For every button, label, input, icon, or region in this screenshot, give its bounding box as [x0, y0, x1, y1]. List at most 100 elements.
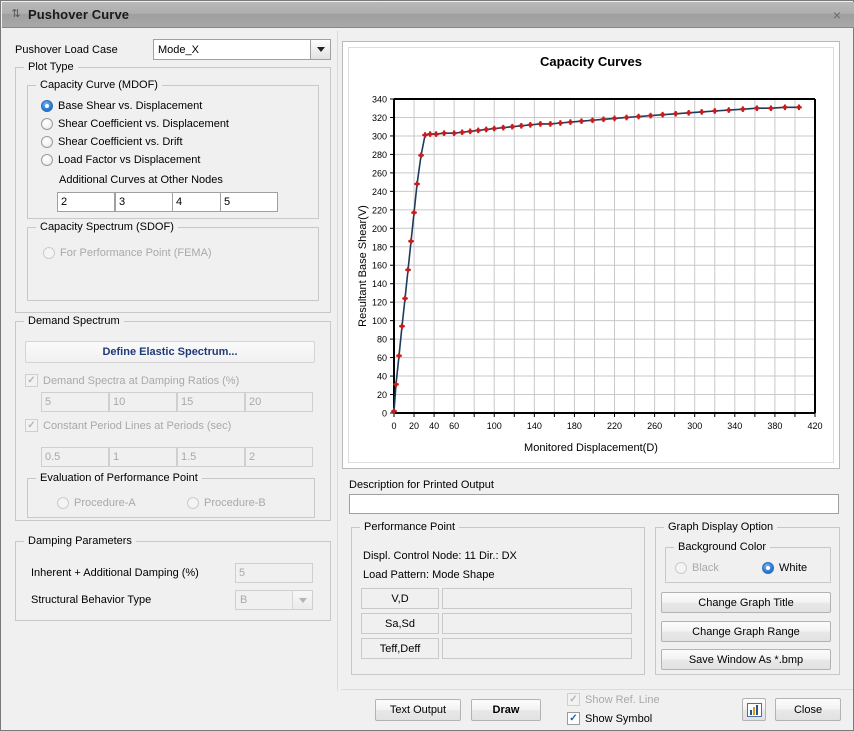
svg-text:140: 140	[372, 279, 387, 289]
period-input-1[interactable]: 0.5	[41, 447, 109, 467]
define-elastic-spectrum-button[interactable]: Define Elastic Spectrum...	[25, 341, 315, 363]
checkbox-constant-period-lines[interactable]: ✓ Constant Period Lines at Periods (sec)	[25, 419, 231, 432]
check-icon: ✓	[567, 712, 580, 725]
check-icon: ✓	[567, 693, 580, 706]
checkbox-show-ref-line[interactable]: ✓ Show Ref. Line	[567, 693, 660, 706]
svg-text:40: 40	[377, 372, 387, 382]
checkbox-demand-spectra-damping-ratios[interactable]: ✓ Demand Spectra at Damping Ratios (%)	[25, 374, 239, 387]
period-input-3[interactable]: 1.5	[177, 447, 245, 467]
additional-node-input-2[interactable]: 3	[115, 192, 173, 212]
chart-icon-button[interactable]	[742, 698, 766, 721]
svg-text:60: 60	[377, 353, 387, 363]
radio-shear-coefficient-vs-displacement[interactable]: Shear Coefficient vs. Displacement	[41, 118, 229, 130]
svg-text:320: 320	[372, 113, 387, 123]
evaluation-legend: Evaluation of Performance Point	[36, 472, 202, 484]
damping-ratio-value: 20	[249, 396, 262, 408]
perf-row-label-vd: V,D	[361, 588, 439, 609]
pushover-load-case-combo[interactable]: Mode_X	[153, 39, 331, 60]
radio-background-white[interactable]: White	[762, 562, 807, 574]
radio-dot-icon	[762, 562, 774, 574]
svg-text:60: 60	[449, 421, 459, 431]
svg-text:180: 180	[372, 242, 387, 252]
svg-text:100: 100	[487, 421, 502, 431]
plot-type-legend: Plot Type	[24, 61, 78, 73]
description-input[interactable]	[349, 494, 839, 514]
svg-text:20: 20	[409, 421, 419, 431]
system-menu-icon[interactable]: ⇅	[8, 7, 24, 23]
svg-text:220: 220	[372, 205, 387, 215]
checkbox-label: Demand Spectra at Damping Ratios (%)	[43, 374, 240, 387]
chevron-down-icon[interactable]	[292, 591, 312, 609]
damping-ratio-input-2[interactable]: 10	[109, 392, 177, 412]
checkbox-label: Show Symbol	[585, 712, 653, 725]
capacity-spectrum-group: Capacity Spectrum (SDOF)	[27, 221, 319, 301]
radio-for-performance-point-fema[interactable]: For Performance Point (FEMA)	[43, 247, 212, 259]
radio-label: White	[779, 562, 808, 574]
radio-load-factor-vs-displacement[interactable]: Load Factor vs Displacement	[41, 154, 200, 166]
pushover-curve-window: ⇅ Pushover Curve × Pushover Load Case Mo…	[0, 0, 854, 731]
change-graph-title-button[interactable]: Change Graph Title	[661, 592, 831, 613]
svg-text:420: 420	[807, 421, 822, 431]
damping-ratio-input-3[interactable]: 15	[177, 392, 245, 412]
check-icon: ✓	[25, 374, 38, 387]
structural-behavior-label: Structural Behavior Type	[31, 594, 152, 606]
perf-row-value-teffdeff	[442, 638, 632, 659]
structural-behavior-combo[interactable]: B	[235, 590, 313, 610]
performance-point-legend: Performance Point	[360, 521, 460, 533]
footer-divider	[341, 689, 853, 690]
column-divider	[337, 31, 338, 691]
bar-chart-icon	[746, 702, 762, 717]
damping-ratio-input-1[interactable]: 5	[41, 392, 109, 412]
period-input-2[interactable]: 1	[109, 447, 177, 467]
radio-procedure-a[interactable]: Procedure-A	[57, 497, 136, 509]
damping-ratio-value: 10	[113, 396, 126, 408]
pushover-load-case-value: Mode_X	[158, 43, 199, 56]
pushover-load-case-label: Pushover Load Case	[15, 44, 118, 56]
radio-background-black[interactable]: Black	[675, 562, 719, 574]
svg-text:120: 120	[372, 298, 387, 308]
change-graph-range-button[interactable]: Change Graph Range	[661, 621, 831, 642]
damping-ratio-input-4[interactable]: 20	[245, 392, 313, 412]
draw-button[interactable]: Draw	[471, 699, 541, 721]
period-input-4[interactable]: 2	[245, 447, 313, 467]
svg-text:200: 200	[372, 224, 387, 234]
svg-text:380: 380	[767, 421, 782, 431]
radio-dot-icon	[41, 100, 53, 112]
period-value: 2	[249, 451, 256, 463]
damping-parameters-legend: Damping Parameters	[24, 535, 136, 547]
radio-dot-icon	[41, 154, 53, 166]
period-value: 1.5	[181, 451, 197, 463]
svg-text:0: 0	[391, 421, 396, 431]
capacity-spectrum-legend: Capacity Spectrum (SDOF)	[36, 221, 178, 233]
radio-procedure-b[interactable]: Procedure-B	[187, 497, 266, 509]
close-button[interactable]: Close	[775, 698, 841, 721]
chart-plot-area: 0204060801001201401601802002202402602803…	[372, 95, 823, 432]
svg-text:20: 20	[377, 390, 387, 400]
checkbox-show-symbol[interactable]: ✓ Show Symbol	[567, 712, 652, 725]
radio-dot-icon	[41, 136, 53, 148]
svg-text:340: 340	[727, 421, 742, 431]
svg-text:140: 140	[527, 421, 542, 431]
additional-node-input-1[interactable]: 2	[57, 192, 115, 212]
text-output-button[interactable]: Text Output	[375, 699, 461, 721]
additional-node-input-4[interactable]: 5	[220, 192, 278, 212]
save-window-as-bmp-button[interactable]: Save Window As *.bmp	[661, 649, 831, 670]
radio-dot-icon	[41, 118, 53, 130]
node-value: 2	[61, 196, 68, 208]
additional-curves-label: Additional Curves at Other Nodes	[59, 174, 223, 186]
svg-text:300: 300	[687, 421, 702, 431]
perf-row-label-sasd: Sa,Sd	[361, 613, 439, 634]
inherent-damping-input[interactable]: 5	[235, 563, 313, 583]
period-value: 0.5	[45, 451, 61, 463]
svg-text:100: 100	[372, 316, 387, 326]
chevron-down-icon[interactable]	[310, 40, 330, 59]
close-icon[interactable]: ×	[828, 7, 846, 23]
chart-panel: Capacity Curves Resultant Base Shear(V) …	[342, 41, 840, 469]
structural-behavior-value: B	[240, 594, 248, 606]
radio-dot-icon	[675, 562, 687, 574]
svg-text:280: 280	[372, 150, 387, 160]
svg-text:160: 160	[372, 261, 387, 271]
radio-shear-coefficient-vs-drift[interactable]: Shear Coefficient vs. Drift	[41, 136, 183, 148]
radio-base-shear-vs-displacement[interactable]: Base Shear vs. Displacement	[41, 100, 202, 112]
radio-label: Procedure-A	[74, 497, 136, 509]
